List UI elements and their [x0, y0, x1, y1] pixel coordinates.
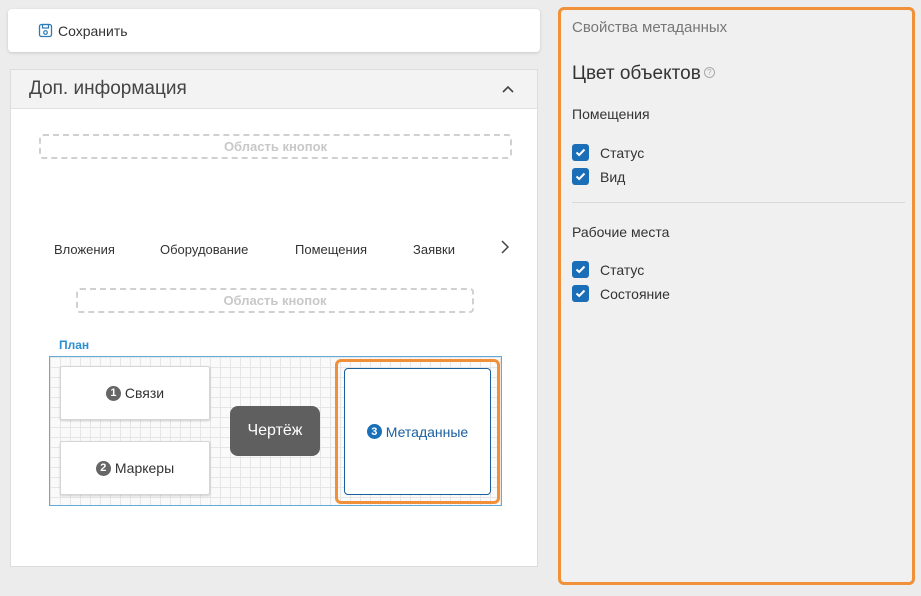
check-icon[interactable]	[572, 261, 589, 278]
object-color-heading: Цвет объектов ?	[572, 63, 715, 85]
metadata-highlight: 3 Метаданные	[335, 359, 500, 504]
save-button[interactable]: Сохранить	[38, 23, 128, 39]
tabs: Вложения Оборудование Помещения Заявки	[54, 240, 524, 262]
tab-equipment[interactable]: Оборудование	[160, 242, 248, 257]
chevron-up-icon[interactable]	[501, 84, 515, 94]
checkbox-rooms-status[interactable]: Статус	[572, 144, 644, 161]
checkbox-rooms-type[interactable]: Вид	[572, 168, 625, 185]
metadata-properties-panel: Свойства метаданных Цвет объектов ? Поме…	[558, 7, 915, 585]
markers-card-label: Маркеры	[114, 460, 175, 476]
check-icon[interactable]	[572, 144, 589, 161]
checkbox-workplaces-status[interactable]: Статус	[572, 261, 644, 278]
tab-rooms[interactable]: Помещения	[295, 242, 367, 257]
metadata-card[interactable]: 3 Метаданные	[344, 368, 491, 495]
links-card-label: Связи	[124, 385, 165, 401]
links-number-badge: 1	[105, 385, 121, 401]
checkbox-workplaces-condition[interactable]: Состояние	[572, 285, 670, 302]
toolbar: Сохранить	[8, 9, 540, 52]
properties-title: Свойства метаданных	[572, 19, 728, 36]
check-icon[interactable]	[572, 168, 589, 185]
info-panel: Доп. информация Область кнопок Вложения …	[10, 69, 538, 567]
markers-card[interactable]: 2 Маркеры	[60, 441, 210, 495]
plan-label: План	[59, 338, 90, 352]
info-panel-header: Доп. информация	[11, 70, 537, 109]
links-card[interactable]: 1 Связи	[60, 366, 210, 420]
help-icon[interactable]: ?	[703, 67, 715, 78]
button-area-bottom-label: Область кнопок	[223, 293, 327, 308]
chevron-right-icon[interactable]	[499, 238, 511, 256]
checkbox-label: Состояние	[600, 285, 670, 302]
drawing-label: Чертёж	[247, 422, 303, 439]
markers-number-badge: 2	[95, 460, 111, 476]
metadata-card-label: Метаданные	[385, 423, 469, 440]
save-label: Сохранить	[58, 22, 128, 39]
plan-grid: 1 Связи 2 Маркеры Чертёж 3 Метаданные	[49, 356, 502, 506]
group-label-rooms: Помещения	[572, 106, 650, 122]
metadata-number-badge: 3	[366, 424, 382, 439]
divider	[572, 202, 905, 203]
button-area-top-label: Область кнопок	[223, 139, 328, 154]
group-label-workplaces: Рабочие места	[572, 224, 670, 240]
info-panel-title: Доп. информация	[29, 78, 187, 99]
check-icon[interactable]	[572, 285, 589, 302]
button-area-top: Область кнопок	[39, 134, 512, 159]
checkbox-label: Статус	[600, 261, 645, 278]
tab-attachments[interactable]: Вложения	[54, 242, 115, 257]
save-icon	[38, 23, 53, 38]
checkbox-label: Вид	[600, 168, 626, 185]
button-area-bottom: Область кнопок	[76, 288, 474, 313]
checkbox-label: Статус	[600, 144, 645, 161]
object-color-title: Цвет объектов	[572, 63, 701, 84]
drawing-button[interactable]: Чертёж	[230, 406, 320, 456]
tab-requests[interactable]: Заявки	[413, 242, 455, 257]
